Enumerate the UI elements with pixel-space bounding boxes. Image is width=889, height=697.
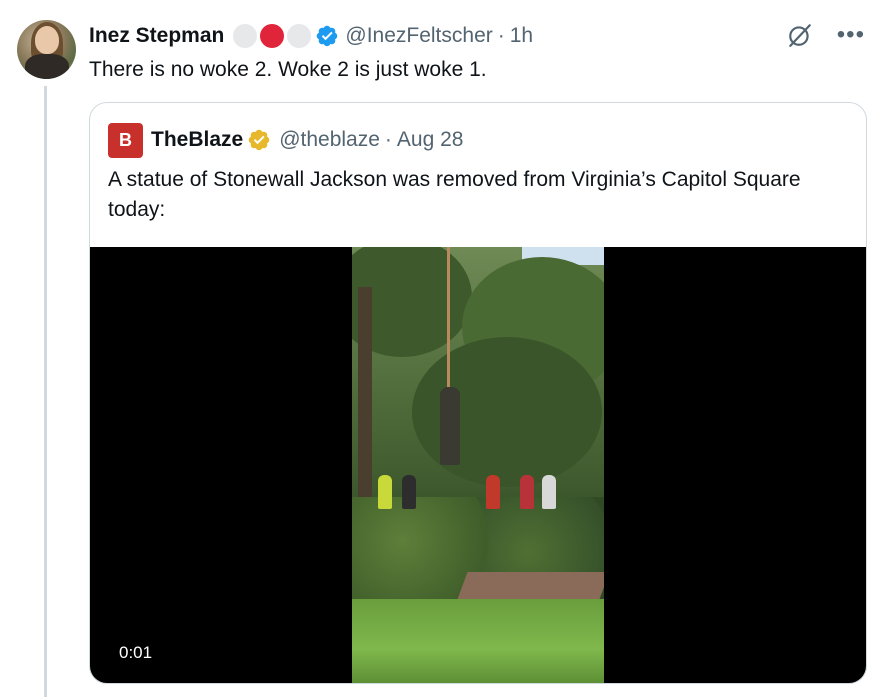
quoted-tweet-text: A statue of Stonewall Jackson was remove…	[108, 168, 801, 221]
separator-dot: ·	[384, 128, 392, 151]
video-person	[402, 475, 416, 509]
tweet[interactable]: Inez Stepman @InezFeltscher · 1h ••• The…	[0, 0, 889, 697]
avatar[interactable]	[17, 20, 76, 79]
separator-dot: ·	[497, 24, 505, 47]
author-name[interactable]: Inez Stepman	[89, 24, 224, 48]
video-tree-trunk	[358, 287, 372, 497]
quoted-author-handle[interactable]: @theblaze	[279, 128, 380, 152]
avatar-body	[25, 54, 69, 79]
video-crane-rope	[447, 247, 450, 387]
affiliate-badge-icon[interactable]	[233, 24, 258, 48]
video-path	[456, 572, 604, 602]
affiliate-badge-icon[interactable]	[260, 24, 285, 48]
tweet-text: There is no woke 2. Woke 2 is just woke …	[89, 58, 487, 81]
quoted-tweet-header: B TheBlaze @theblaze · Aug 28	[108, 122, 464, 158]
more-icon[interactable]: •••	[837, 23, 865, 47]
video-frame	[352, 247, 604, 683]
quoted-author-name[interactable]: TheBlaze	[151, 128, 243, 152]
video-person	[486, 475, 500, 509]
video-player[interactable]: 0:01	[90, 247, 866, 683]
verified-organization-badge-icon[interactable]	[247, 128, 271, 152]
quoted-post-time[interactable]: Aug 28	[397, 128, 464, 152]
avatar-face	[35, 26, 59, 54]
grok-icon[interactable]	[787, 22, 813, 48]
verified-badge-icon[interactable]	[315, 24, 339, 48]
theblaze-logo[interactable]: B	[108, 122, 143, 158]
quoted-tweet[interactable]: B TheBlaze @theblaze · Aug 28 A statue o…	[89, 102, 867, 684]
video-person	[542, 475, 556, 509]
tweet-header: Inez Stepman @InezFeltscher · 1h	[89, 21, 533, 51]
post-time[interactable]: 1h	[510, 24, 533, 48]
tweet-actions-top: •••	[787, 22, 865, 48]
author-handle[interactable]: @InezFeltscher	[345, 24, 492, 48]
affiliate-badge-icon[interactable]	[287, 24, 312, 48]
video-person	[520, 475, 534, 509]
video-statue	[440, 387, 460, 465]
logo-glyph: B	[119, 129, 132, 150]
video-person	[378, 475, 392, 509]
video-timestamp: 0:01	[110, 639, 162, 667]
thread-line	[44, 86, 47, 697]
video-grass	[352, 599, 604, 683]
